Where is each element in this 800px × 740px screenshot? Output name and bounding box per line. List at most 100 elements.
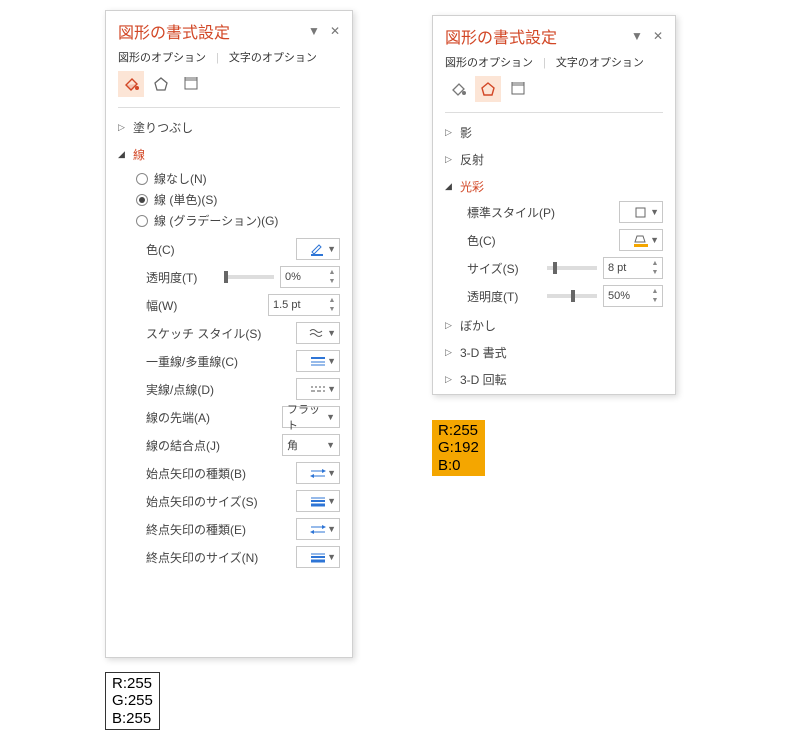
size-tab[interactable] xyxy=(505,76,531,102)
rotate3d-header[interactable]: ▷3-D 回転 xyxy=(445,368,663,391)
glow-transparency-value[interactable]: 50% ▲▼ xyxy=(603,285,663,307)
triangle-right-icon: ▷ xyxy=(445,347,455,358)
panel-title-row: 図形の書式設定 ▼ ✕ xyxy=(106,11,352,47)
tab-shape-options[interactable]: 図形のオプション xyxy=(445,57,533,69)
reflection-section: ▷反射 xyxy=(433,146,675,173)
radio-line-none[interactable]: 線なし(N) xyxy=(136,168,340,189)
prop-end-arrow-size-label: 終点矢印のサイズ(N) xyxy=(146,549,296,566)
transparency-slider[interactable] xyxy=(224,275,274,279)
panel-menu-caret[interactable]: ▼ xyxy=(631,29,643,43)
effects-tab[interactable] xyxy=(148,71,174,97)
triangle-right-icon: ▷ xyxy=(445,320,455,331)
shadow-header[interactable]: ▷影 xyxy=(445,121,663,144)
spinner[interactable]: ▲▼ xyxy=(326,268,338,286)
radio-label: 線なし(N) xyxy=(154,170,207,187)
prop-dash-label: 実線/点線(D) xyxy=(146,381,296,398)
panel-close-icon[interactable]: ✕ xyxy=(653,29,663,43)
cap-dropdown[interactable]: フラット▼ xyxy=(282,406,340,428)
prop-color-label: 色(C) xyxy=(146,241,296,258)
spinner[interactable]: ▲▼ xyxy=(649,287,661,305)
format-shape-panel-left: 図形の書式設定 ▼ ✕ 図形のオプション|文字のオプション ▷ 塗りつぶし ◢ … xyxy=(105,10,353,658)
prop-join-label: 線の結合点(J) xyxy=(146,437,282,454)
spinner[interactable]: ▲▼ xyxy=(649,259,661,277)
pentagon-icon xyxy=(479,80,497,98)
fill-line-tab[interactable] xyxy=(445,76,471,102)
option-tabs: 図形のオプション|文字のオプション xyxy=(106,47,352,71)
glow-size-value[interactable]: 8 pt ▲▼ xyxy=(603,257,663,279)
radio-line-solid[interactable]: 線 (単色)(S) xyxy=(136,189,340,210)
glow-preset-dropdown[interactable]: ▼ xyxy=(619,201,663,223)
format3d-header[interactable]: ▷3-D 書式 xyxy=(445,341,663,364)
prop-compound: 一重線/多重線(C) ▼ xyxy=(118,347,340,375)
end-arrow-type-dropdown[interactable]: ▼ xyxy=(296,518,340,540)
format3d-section: ▷3-D 書式 xyxy=(433,339,675,366)
triangle-down-icon: ◢ xyxy=(118,149,128,160)
panel-menu-caret[interactable]: ▼ xyxy=(308,24,320,38)
prop-transparency: 透明度(T) 0% ▲▼ xyxy=(118,263,340,291)
glow-color-picker[interactable]: ▼ xyxy=(619,229,663,251)
rgb-white-annotation: R:255 G:255 B:255 xyxy=(105,672,160,730)
prop-cap: 線の先端(A) フラット▼ xyxy=(118,403,340,431)
begin-arrow-type-dropdown[interactable]: ▼ xyxy=(296,462,340,484)
tab-shape-options[interactable]: 図形のオプション xyxy=(118,52,206,64)
rgb-amber-annotation: R:255 G:192 B:0 xyxy=(432,420,485,476)
category-tabs xyxy=(433,76,675,106)
dash-dropdown[interactable]: ▼ xyxy=(296,378,340,400)
triangle-right-icon: ▷ xyxy=(445,154,455,165)
prop-glow-color: 色(C) ▼ xyxy=(445,226,663,254)
fill-label: 塗りつぶし xyxy=(133,119,193,136)
compound-dropdown[interactable]: ▼ xyxy=(296,350,340,372)
radio-line-gradient[interactable]: 線 (グラデーション)(G) xyxy=(136,210,340,231)
format-shape-panel-right: 図形の書式設定 ▼ ✕ 図形のオプション|文字のオプション ▷影 ▷反射 ◢光彩… xyxy=(432,15,676,395)
glow-size-slider[interactable] xyxy=(547,266,597,270)
line-section: ◢ 線 線なし(N) 線 (単色)(S) 線 (グラデーション)(G) 色(C)… xyxy=(106,141,352,573)
lines-icon xyxy=(308,551,328,563)
color-picker[interactable]: ▼ xyxy=(296,238,340,260)
prop-end-arrow-type-label: 終点矢印の種類(E) xyxy=(146,521,296,538)
shadow-section: ▷影 xyxy=(433,119,675,146)
fill-section: ▷ 塗りつぶし xyxy=(106,114,352,141)
pentagon-icon xyxy=(152,75,170,93)
rotate3d-section: ▷3-D 回転 xyxy=(433,366,675,393)
prop-glow-size: サイズ(S) 8 pt ▲▼ xyxy=(445,254,663,282)
join-dropdown[interactable]: 角▼ xyxy=(282,434,340,456)
transparency-value[interactable]: 0% ▲▼ xyxy=(280,266,340,288)
blur-header[interactable]: ▷ぼかし xyxy=(445,314,663,337)
fill-line-tab[interactable] xyxy=(118,71,144,97)
category-tabs xyxy=(106,71,352,101)
prop-end-arrow-size: 終点矢印のサイズ(N) ▼ xyxy=(118,543,340,571)
effects-tab[interactable] xyxy=(475,76,501,102)
end-arrow-size-dropdown[interactable]: ▼ xyxy=(296,546,340,568)
prop-cap-label: 線の先端(A) xyxy=(146,409,282,426)
prop-begin-arrow-type-label: 始点矢印の種類(B) xyxy=(146,465,296,482)
radio-icon xyxy=(136,194,148,206)
glow-transparency-slider[interactable] xyxy=(547,294,597,298)
triangle-right-icon: ▷ xyxy=(445,127,455,138)
sketch-dropdown[interactable]: ▼ xyxy=(296,322,340,344)
prop-glow-preset: 標準スタイル(P) ▼ xyxy=(445,198,663,226)
panel-title-row: 図形の書式設定 ▼ ✕ xyxy=(433,16,675,52)
prop-compound-label: 一重線/多重線(C) xyxy=(146,353,296,370)
wavy-line-icon xyxy=(308,327,328,339)
triangle-right-icon: ▷ xyxy=(118,122,128,133)
size-tab[interactable] xyxy=(178,71,204,97)
spinner[interactable]: ▲▼ xyxy=(326,296,338,314)
begin-arrow-size-dropdown[interactable]: ▼ xyxy=(296,490,340,512)
tab-text-options[interactable]: 文字のオプション xyxy=(556,57,644,69)
prop-transparency-label: 透明度(T) xyxy=(146,269,224,286)
prop-sketch-label: スケッチ スタイル(S) xyxy=(146,325,296,342)
glow-header[interactable]: ◢光彩 xyxy=(445,175,663,198)
size-icon xyxy=(509,80,527,98)
paint-bucket-icon xyxy=(122,75,140,93)
prop-end-arrow-type: 終点矢印の種類(E) ▼ xyxy=(118,515,340,543)
line-section-header[interactable]: ◢ 線 xyxy=(118,143,340,166)
prop-glow-transparency: 透明度(T) 50% ▲▼ xyxy=(445,282,663,310)
tab-text-options[interactable]: 文字のオプション xyxy=(229,52,317,64)
size-icon xyxy=(182,75,200,93)
radio-icon xyxy=(136,215,148,227)
panel-close-icon[interactable]: ✕ xyxy=(330,24,340,38)
reflection-header[interactable]: ▷反射 xyxy=(445,148,663,171)
prop-dash: 実線/点線(D) ▼ xyxy=(118,375,340,403)
fill-section-header[interactable]: ▷ 塗りつぶし xyxy=(118,116,340,139)
width-value[interactable]: 1.5 pt ▲▼ xyxy=(268,294,340,316)
